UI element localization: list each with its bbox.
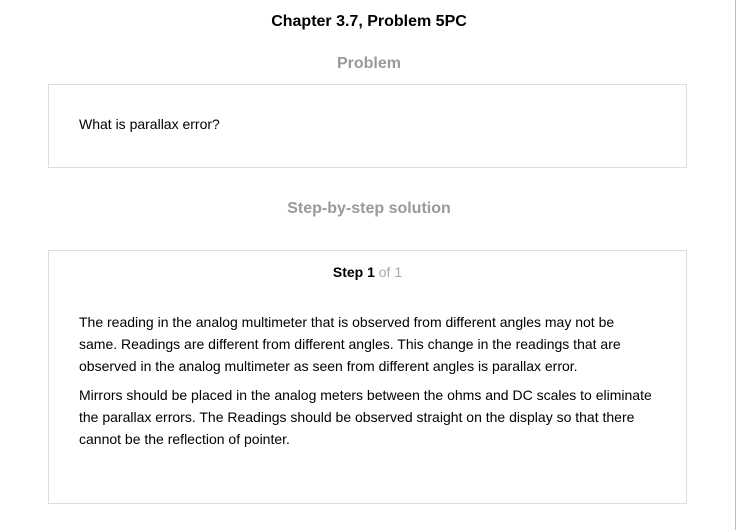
page-edge-divider: [735, 0, 736, 530]
step-counter: of 1: [378, 264, 403, 280]
step-header: Step 1 of 1: [49, 263, 686, 281]
step-body: The reading in the analog multimeter tha…: [79, 311, 654, 457]
problem-heading: Problem: [336, 55, 401, 72]
solution-paragraph: Mirrors should be placed in the analog m…: [79, 387, 652, 447]
problem-card: What is parallax error?: [48, 84, 687, 168]
solution-heading: Step-by-step solution: [287, 200, 451, 217]
solution-paragraph: The reading in the analog multimeter tha…: [79, 314, 621, 374]
step-label: Step 1: [332, 264, 375, 280]
chapter-title: Chapter 3.7, Problem 5PC: [271, 13, 467, 30]
problem-text: What is parallax error?: [79, 116, 220, 132]
page: Chapter 3.7, Problem 5PC Problem What is…: [0, 0, 738, 530]
solution-card: Step 1 of 1 The reading in the analog mu…: [48, 250, 687, 504]
